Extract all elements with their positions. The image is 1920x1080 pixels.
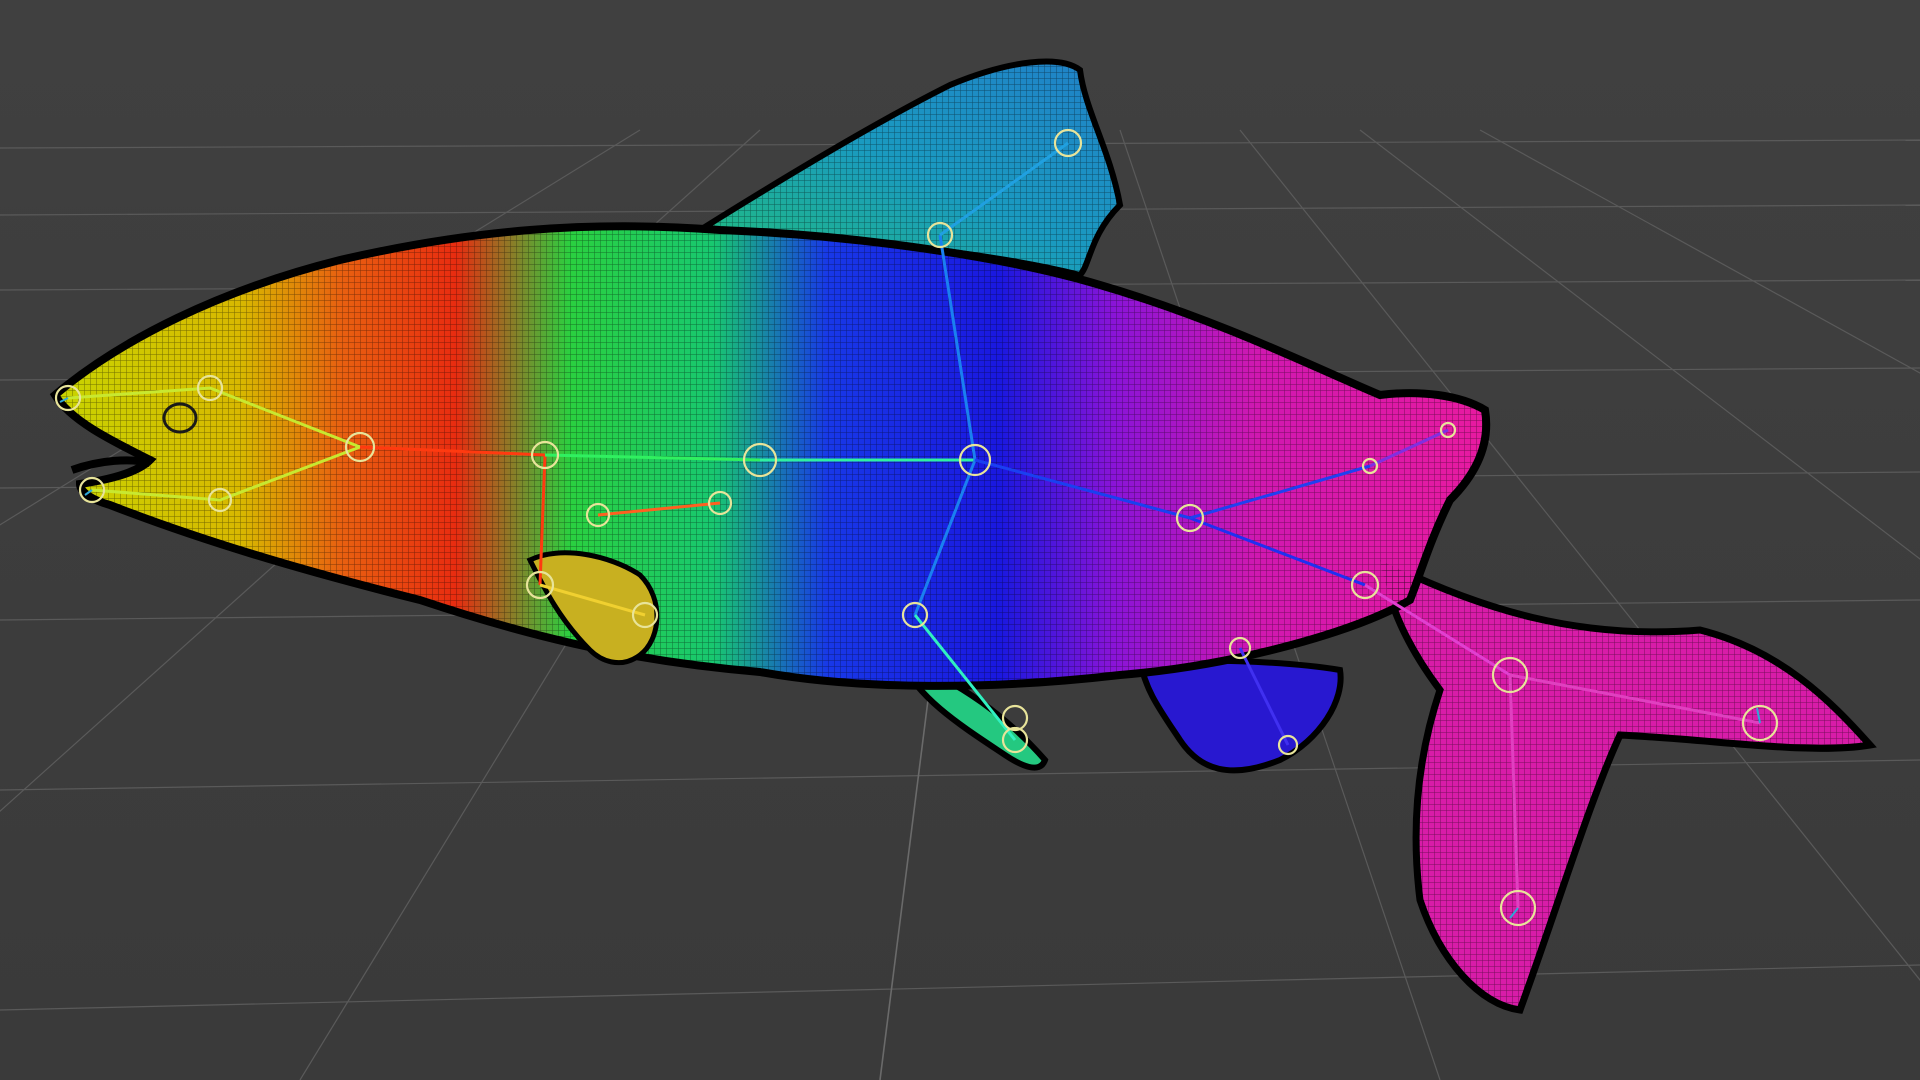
fish-model[interactable]	[49, 58, 1877, 1014]
3d-viewport[interactable]	[0, 0, 1920, 1080]
anal-fin[interactable]	[1136, 656, 1344, 774]
viewport-canvas[interactable]	[0, 0, 1920, 1080]
